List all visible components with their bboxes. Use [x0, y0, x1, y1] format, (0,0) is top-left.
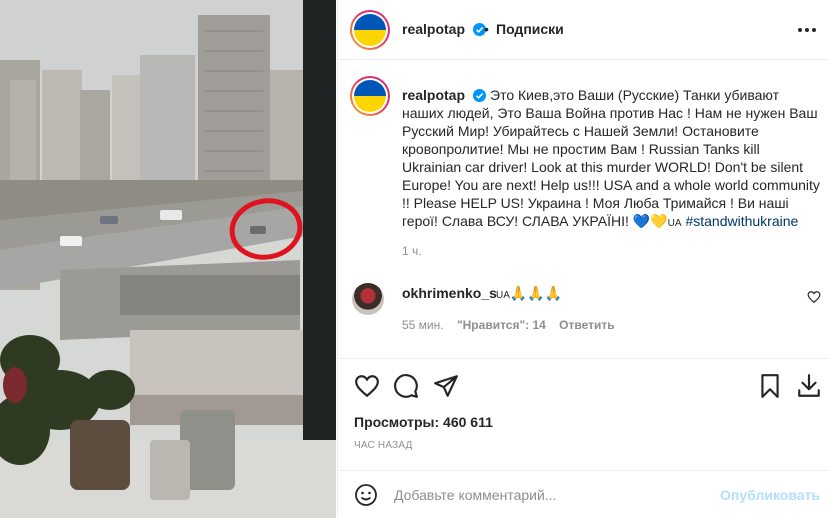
ukraine-flag-icon	[354, 80, 386, 112]
ua-flag-emoji: UA	[496, 290, 510, 301]
comment-username[interactable]: okhrimenko_s	[402, 285, 497, 301]
ua-flag-emoji: UA	[667, 218, 682, 229]
comment-meta: 55 мин. "Нравится": 14 Ответить	[402, 318, 625, 332]
caption-text: Это Киев,это Ваши (Русские) Танки убиваю…	[402, 87, 820, 229]
download-icon[interactable]	[796, 373, 822, 399]
following-button[interactable]: Подписки	[496, 21, 564, 37]
comment-likes-count[interactable]: "Нравится": 14	[457, 318, 546, 332]
post-timestamp[interactable]: ЧАС НАЗАД	[354, 440, 413, 451]
bookmark-icon[interactable]	[757, 373, 783, 399]
publish-button[interactable]: Опубликовать	[720, 487, 820, 503]
ukraine-flag-icon	[354, 14, 386, 46]
hashtag-link[interactable]: #standwithukraine	[685, 213, 798, 229]
post-details-panel: realpotap • Подписки realpotap Это Киев,э…	[337, 0, 829, 518]
more-horizontal-icon[interactable]	[798, 22, 818, 38]
heart-emoji: 💙💛	[632, 213, 668, 229]
send-icon[interactable]	[433, 373, 459, 399]
pray-emoji: 🙏🙏🙏	[509, 285, 563, 301]
action-bar	[338, 358, 829, 414]
view-count[interactable]: Просмотры: 460 611	[354, 414, 493, 430]
commenter-avatar[interactable]	[352, 283, 384, 315]
caption-username[interactable]: realpotap	[402, 87, 465, 103]
verified-badge-icon	[473, 89, 487, 102]
post-media-video[interactable]	[0, 0, 336, 518]
caption-timestamp[interactable]: 1 ч.	[402, 244, 422, 258]
comment-text: UA🙏🙏🙏	[496, 285, 562, 302]
comment-input[interactable]	[394, 484, 714, 506]
author-username[interactable]: realpotap	[402, 21, 465, 37]
author-avatar[interactable]	[350, 10, 390, 50]
caption-author-avatar[interactable]	[350, 76, 390, 116]
comment-icon[interactable]	[393, 373, 419, 399]
emoji-icon[interactable]	[354, 483, 378, 507]
heart-icon[interactable]	[354, 373, 380, 399]
comment-like-heart-icon[interactable]	[807, 290, 821, 304]
post-header: realpotap • Подписки	[338, 0, 829, 60]
author-username-row: realpotap	[402, 21, 486, 37]
add-comment-bar: Опубликовать	[338, 470, 829, 518]
reply-button[interactable]: Ответить	[559, 318, 614, 332]
video-frame	[0, 0, 336, 518]
post-caption: realpotap Это Киев,это Ваши (Русские) Тан…	[402, 86, 820, 233]
header-separator: •	[484, 21, 489, 37]
comment-timestamp[interactable]: 55 мин.	[402, 318, 444, 332]
